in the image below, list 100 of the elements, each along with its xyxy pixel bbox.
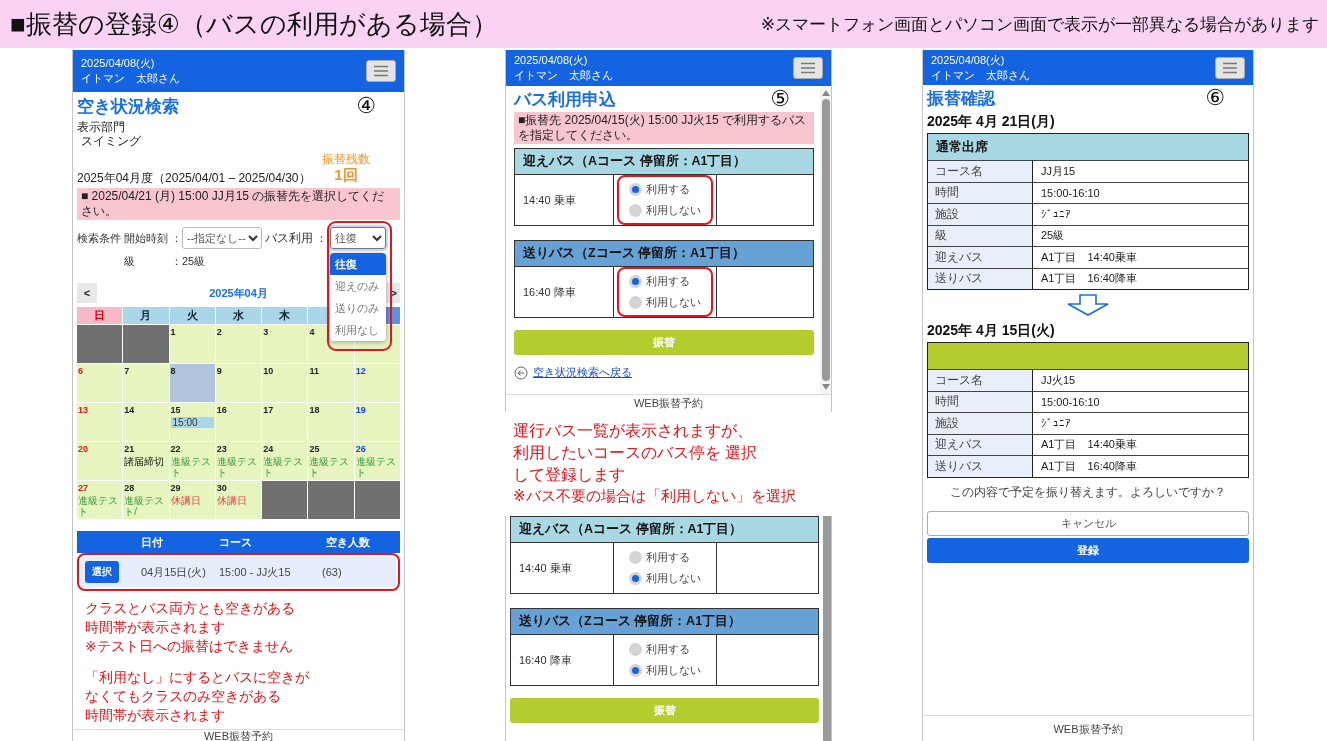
month-title: 2025年04月 xyxy=(209,285,268,301)
calendar-day[interactable]: 16 xyxy=(215,403,262,441)
menu-button[interactable] xyxy=(366,60,396,82)
calendar-day[interactable]: 15 15:00 xyxy=(169,403,215,441)
row-label: コース名 xyxy=(928,160,1032,182)
dropdown-option[interactable]: 利用なし xyxy=(330,319,386,341)
page-title: バス利用申込 xyxy=(514,88,616,111)
start-time-select[interactable]: --指定なし-- xyxy=(182,227,262,249)
row-label: 施設 xyxy=(928,203,1032,225)
calendar-day[interactable]: 6 xyxy=(77,364,123,402)
dropdown-option[interactable]: 往復 xyxy=(330,253,386,275)
back-link[interactable]: 空き状況検索へ戻る xyxy=(533,365,632,380)
calendar-day[interactable]: 24 進級テスト xyxy=(262,442,308,480)
menu-icon xyxy=(1222,61,1238,74)
calendar-day[interactable]: 17 xyxy=(262,403,308,441)
radio-option[interactable]: 利用しない xyxy=(628,203,701,218)
day-number: 11 xyxy=(309,366,319,377)
radio-button[interactable] xyxy=(629,643,642,656)
bus-select[interactable]: 往復 xyxy=(330,227,386,249)
calendar-day[interactable]: 27 進級テスト xyxy=(77,481,123,519)
calendar-day[interactable]: 26 進級テスト xyxy=(354,442,400,480)
calendar-day[interactable]: 12 xyxy=(354,364,400,402)
filter-label: 級 xyxy=(124,253,136,269)
day-number: 8 xyxy=(170,366,176,377)
radio-button[interactable] xyxy=(628,275,642,288)
radio-option[interactable]: 利用する xyxy=(628,274,701,289)
radio-button[interactable] xyxy=(628,183,642,196)
radio-option[interactable]: 利用しない xyxy=(628,295,701,310)
calendar-day[interactable]: 21 諸届締切 xyxy=(123,442,169,480)
menu-button[interactable] xyxy=(793,57,823,79)
select-button[interactable]: 選択 xyxy=(85,561,119,583)
calendar-day[interactable]: 25 進級テスト xyxy=(308,442,354,480)
calendar-day[interactable]: 20 xyxy=(77,442,123,480)
radio-button[interactable] xyxy=(629,664,642,677)
header-date: 2025/04/08(火) xyxy=(931,53,1006,67)
calendar-day[interactable]: 22 進級テスト xyxy=(169,442,215,480)
radio-option[interactable]: 利用する xyxy=(628,182,701,197)
event-label: 進級テスト xyxy=(170,456,212,478)
calendar-day[interactable]: 18 xyxy=(308,403,354,441)
radio-option[interactable]: 利用しない xyxy=(629,571,701,586)
calendar-day[interactable]: 23 進級テスト xyxy=(215,442,262,480)
chevron-icon xyxy=(372,234,382,242)
calendar-day[interactable]: 3 xyxy=(262,325,308,363)
calendar-day[interactable]: 11 xyxy=(308,364,354,402)
period-text: 2025年04月度（2025/04/01 – 2025/04/30） xyxy=(77,171,311,185)
row-label: 級 xyxy=(928,224,1032,246)
filter-label: 開始時刻 xyxy=(124,230,168,246)
page-title: 空き状況検索 xyxy=(77,95,179,118)
annotation-text: 時間帯が表示されます xyxy=(85,618,226,637)
previous-month-button[interactable]: < xyxy=(77,283,97,303)
bus-time: 14:40 乗車 xyxy=(518,560,573,576)
calendar-day[interactable]: 14 xyxy=(123,403,169,441)
register-button[interactable]: 登録 xyxy=(927,537,1249,563)
calendar-day[interactable]: 7 xyxy=(123,364,169,402)
radio-button[interactable] xyxy=(628,204,642,217)
calendar-day[interactable]: 29 休講日 xyxy=(169,481,215,519)
annotation-text: なくてもクラスのみ空きがある xyxy=(85,687,282,706)
dropdown-option[interactable]: 迎えのみ xyxy=(330,275,386,297)
chevron-icon xyxy=(248,234,258,242)
cancel-button[interactable]: キャンセル xyxy=(927,510,1249,536)
calendar-day[interactable]: 10 xyxy=(262,364,308,402)
scroll-down-icon[interactable] xyxy=(821,384,830,390)
radio-option[interactable]: 利用しない xyxy=(629,663,701,678)
radio-option[interactable]: 利用する xyxy=(629,550,701,565)
calendar-day[interactable]: 9 xyxy=(215,364,262,402)
calendar-day[interactable]: 13 xyxy=(77,403,123,441)
calendar-day[interactable]: 8 xyxy=(169,364,215,402)
row-value: 15:00-16:10 xyxy=(1032,390,1248,412)
radio-option[interactable]: 利用する xyxy=(629,642,701,657)
row-label: コース名 xyxy=(928,369,1032,391)
bus-table-title: 送りバス（Zコース 停留所：A1丁目） xyxy=(515,241,813,267)
radio-button[interactable] xyxy=(628,296,642,309)
calendar-day[interactable]: 1 xyxy=(169,325,215,363)
radio-button[interactable] xyxy=(629,572,642,585)
scroll-up-icon[interactable] xyxy=(821,90,830,96)
annotation-text: ※テスト日への振替はできません xyxy=(85,637,294,656)
row-label: 迎えバス xyxy=(928,433,1032,455)
row-value: A1丁目 14:40乗車 xyxy=(1032,433,1248,455)
calendar-day[interactable]: 30 休講日 xyxy=(215,481,262,519)
annotation-text: 運行バス一覧が表示されますが、 xyxy=(513,421,754,441)
radio-button[interactable] xyxy=(629,551,642,564)
column-header: コース xyxy=(219,534,253,550)
day-number: 16 xyxy=(216,405,227,416)
weekday-label: 水 xyxy=(233,308,244,323)
menu-button[interactable] xyxy=(1215,56,1245,79)
notice-banner: ■ 2025/04/21 (月) 15:00 JJ月15 の振替先を選択してください。 xyxy=(77,188,400,220)
step-number: ⑥ xyxy=(1205,85,1225,111)
day-number: 21 xyxy=(124,444,135,455)
dropdown-option[interactable]: 送りのみ xyxy=(330,297,386,319)
scroll-thumb[interactable] xyxy=(821,99,830,381)
time-slot[interactable]: 15:00 xyxy=(170,417,214,428)
grade-value: 25級 xyxy=(182,253,206,269)
user-name: イトマン 太郎さん xyxy=(514,69,613,82)
calendar-day[interactable]: 19 xyxy=(354,403,400,441)
calendar-day[interactable]: 2 xyxy=(215,325,262,363)
calendar-day[interactable]: 28 進級テスト/ xyxy=(123,481,169,519)
bus-table-title: 送りバス（Zコース 停留所：A1丁目） xyxy=(511,609,818,635)
day-number: 9 xyxy=(216,366,222,377)
day-number: 29 xyxy=(170,483,181,494)
step-number: ⑤ xyxy=(770,86,790,112)
